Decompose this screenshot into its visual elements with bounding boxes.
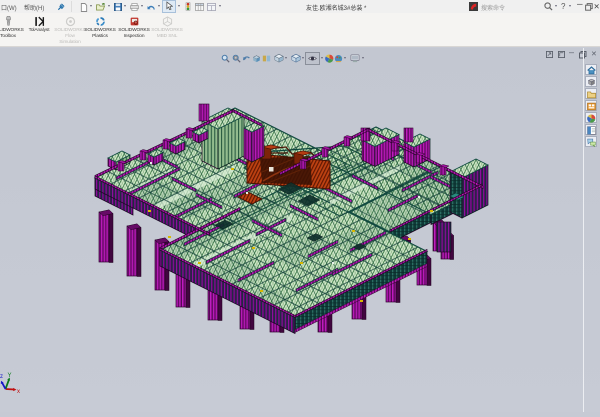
svg-text:x: x — [17, 389, 20, 395]
svg-text:Y: Y — [8, 373, 12, 379]
svg-text:z: z — [0, 374, 3, 380]
